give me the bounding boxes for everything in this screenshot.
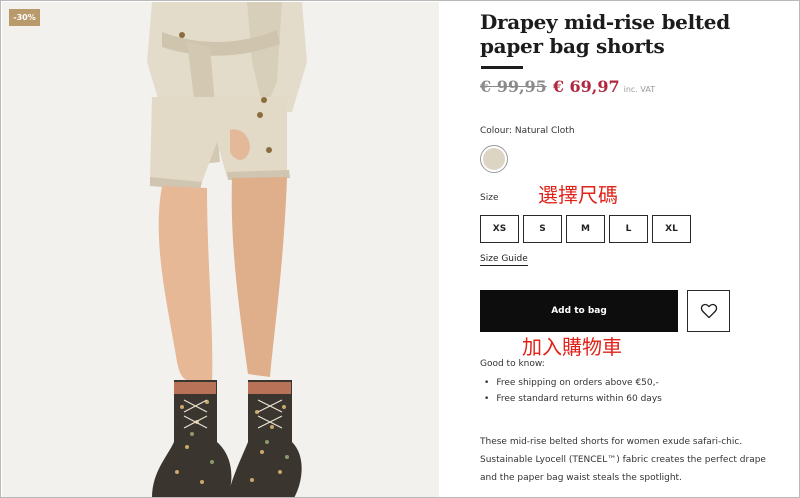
product-image[interactable]: -30%: [2, 2, 439, 497]
list-item: Free standard returns within 60 days: [484, 391, 662, 407]
discount-badge: -30%: [9, 9, 40, 26]
colour-label: Colour: Natural Cloth: [480, 126, 575, 136]
size-guide-link[interactable]: Size Guide: [480, 254, 528, 266]
wishlist-button[interactable]: [687, 290, 730, 332]
good-to-know-list: Free shipping on orders above €50,- Free…: [484, 375, 662, 407]
size-option-l[interactable]: L: [609, 215, 648, 243]
product-description: These mid-rise belted shorts for women e…: [480, 437, 766, 483]
size-label: Size: [480, 193, 499, 203]
add-to-bag-button[interactable]: Add to bag: [480, 290, 678, 332]
size-option-xl[interactable]: XL: [652, 215, 691, 243]
product-title: Drapey mid-rise belted paper bag shorts: [480, 10, 730, 58]
colour-swatch-natural-cloth[interactable]: [480, 145, 508, 173]
size-options: XS S M L XL: [480, 215, 691, 243]
add-to-cart-annotation: 加入購物車: [522, 335, 622, 359]
model-illustration: [2, 2, 439, 497]
size-option-s[interactable]: S: [523, 215, 562, 243]
price-row: € 99,95 € 69,97 inc. VAT: [480, 77, 655, 96]
size-option-m[interactable]: M: [566, 215, 605, 243]
vat-note: inc. VAT: [623, 85, 656, 94]
sale-price: € 69,97: [552, 77, 620, 96]
size-option-xs[interactable]: XS: [480, 215, 519, 243]
heart-icon: [700, 303, 717, 319]
title-divider: [481, 66, 523, 69]
old-price: € 99,95: [480, 77, 547, 96]
select-size-annotation: 選擇尺碼: [538, 183, 618, 207]
swatch-fill: [483, 148, 505, 170]
page-frame: -30% Drapey mid-rise belted paper bag sh…: [0, 0, 800, 498]
list-item: Free shipping on orders above €50,-: [484, 375, 662, 391]
good-to-know-label: Good to know:: [480, 359, 545, 369]
